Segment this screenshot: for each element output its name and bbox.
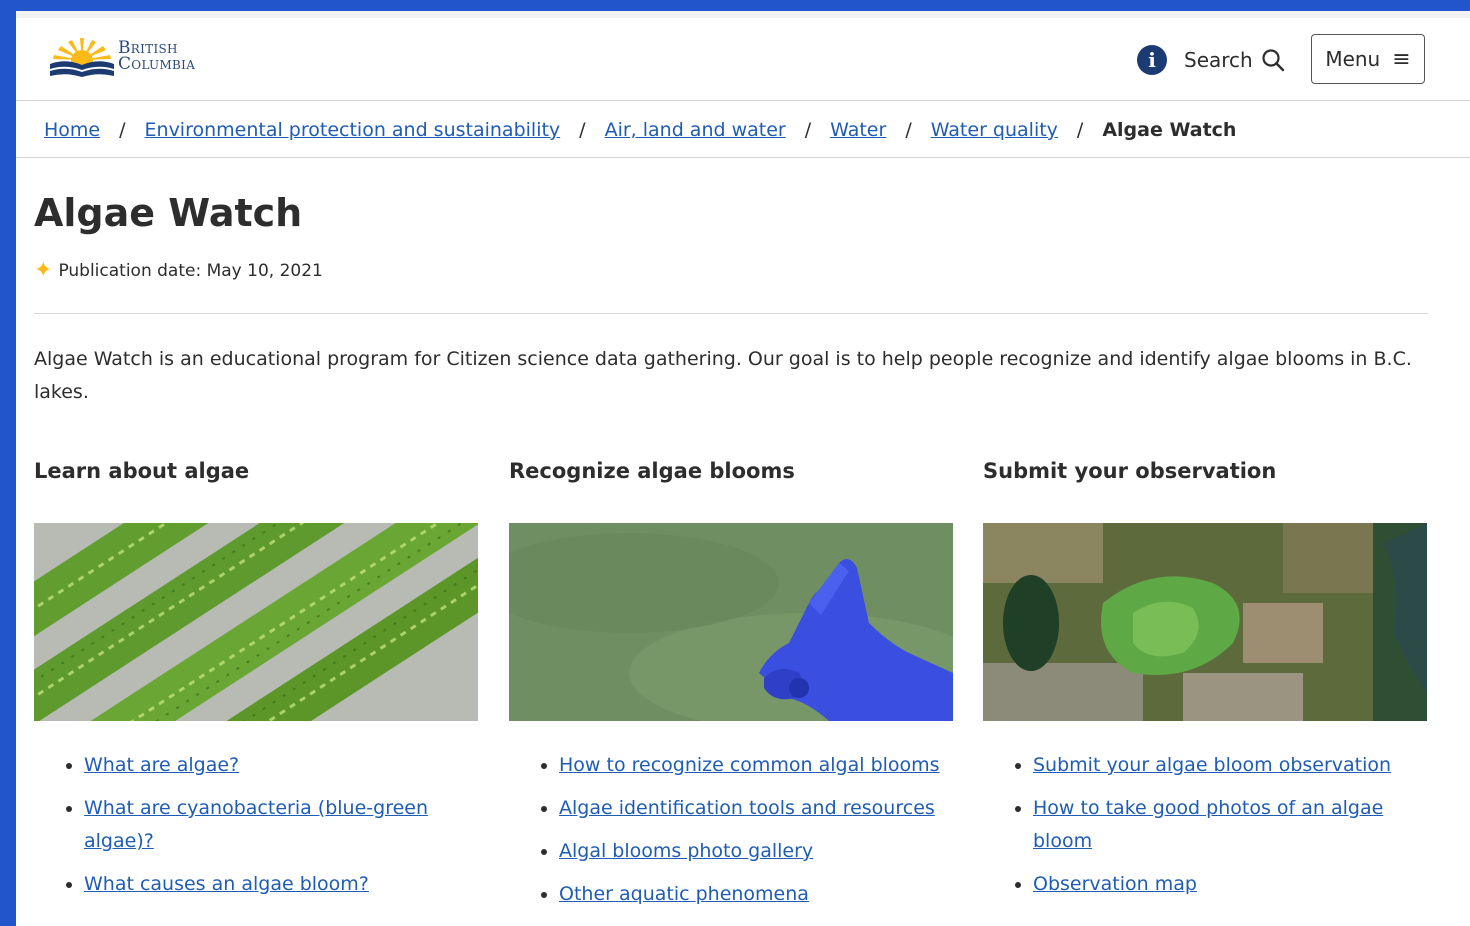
breadcrumb-divider <box>16 157 1470 158</box>
info-icon[interactable]: i <box>1137 45 1167 75</box>
link-what-are-cyanobacteria[interactable]: What are cyanobacteria (blue-green algae… <box>84 797 428 852</box>
list-item: What causes an algae bloom? <box>84 868 478 901</box>
list-item: Algae identification tools and resources <box>559 792 953 825</box>
section-divider <box>34 313 1428 314</box>
column-learn-about-algae: Learn about algae • What are algae? • Wh… <box>34 459 478 911</box>
browser-page: British Columbia i Search Menu ≡ Home / … <box>16 11 1470 926</box>
list-item: Algal blooms photo gallery <box>559 835 953 868</box>
star-icon: ✦ <box>34 258 53 283</box>
link-list: Submit your algae bloom observation How … <box>983 749 1427 901</box>
intro-paragraph: Algae Watch is an educational program fo… <box>34 348 1412 403</box>
breadcrumb-separator: / <box>119 119 126 141</box>
breadcrumb-separator: / <box>804 119 812 141</box>
link-observation-map[interactable]: Observation map <box>1033 873 1197 895</box>
link-list: How to recognize common algal blooms Alg… <box>509 749 953 911</box>
top-strip <box>16 11 1470 18</box>
breadcrumb-current: Algae Watch <box>1102 119 1237 141</box>
hamburger-icon: ≡ <box>1392 46 1411 72</box>
logo-line-2: Columbia <box>118 54 196 74</box>
breadcrumb: Home / Environmental protection and sust… <box>44 115 1236 145</box>
gloved-hand-water-image <box>509 523 953 721</box>
bc-logo-sun-icon <box>49 38 115 77</box>
list-item: Observation map <box>1033 868 1427 901</box>
link-other-aquatic-phenomena[interactable]: Other aquatic phenomena <box>559 883 809 905</box>
column-submit-observation: Submit your observation Submit your alga… <box>983 459 1427 911</box>
breadcrumb-water-quality[interactable]: Water quality <box>931 119 1058 141</box>
link-what-are-algae[interactable]: What are algae? <box>84 754 239 776</box>
breadcrumb-separator: / <box>905 119 912 141</box>
list-item: How to recognize common algal blooms <box>559 749 953 782</box>
breadcrumb-separator: / <box>579 119 586 141</box>
column-heading: Recognize algae blooms <box>509 459 795 483</box>
satellite-lake-image <box>983 523 1427 721</box>
list-item: Submit your algae bloom observation <box>1033 749 1427 782</box>
column-recognize-algae-blooms: Recognize algae blooms How to recognize … <box>509 459 953 921</box>
menu-label: Menu <box>1325 47 1381 71</box>
breadcrumb-water[interactable]: Water <box>830 119 886 141</box>
list-item: Other aquatic phenomena <box>559 878 953 911</box>
column-heading: Learn about algae <box>34 459 250 483</box>
link-recognize-common-blooms[interactable]: How to recognize common algal blooms <box>559 754 940 776</box>
list-item: What are algae? <box>84 749 478 782</box>
breadcrumb-environmental-protection[interactable]: Environmental protection and sustainabil… <box>145 119 561 141</box>
search-label: Search <box>1184 48 1253 72</box>
link-take-good-photos[interactable]: How to take good photos of an algae bloo… <box>1033 797 1383 852</box>
bc-logo[interactable]: British Columbia <box>49 34 220 82</box>
list-item: How to take good photos of an algae bloo… <box>1033 792 1427 858</box>
algae-filament-image <box>34 523 478 721</box>
breadcrumb-air-land-water[interactable]: Air, land and water <box>605 119 786 141</box>
breadcrumb-separator: / <box>1076 119 1084 141</box>
publication-date-text: Publication date: May 10, 2021 <box>58 260 323 281</box>
link-submit-observation[interactable]: Submit your algae bloom observation <box>1033 754 1391 776</box>
breadcrumb-home[interactable]: Home <box>44 119 100 141</box>
list-item: What are cyanobacteria (blue-green algae… <box>84 792 478 858</box>
column-heading: Submit your observation <box>983 459 1277 483</box>
search-icon <box>1262 49 1284 72</box>
link-photo-gallery[interactable]: Algal blooms photo gallery <box>559 840 813 862</box>
link-what-causes-bloom[interactable]: What causes an algae bloom? <box>84 873 369 895</box>
link-identification-tools[interactable]: Algae identification tools and resources <box>559 797 935 819</box>
search-button[interactable]: Search <box>1184 45 1285 75</box>
site-header: British Columbia i Search Menu ≡ <box>16 18 1470 101</box>
page-title: Algae Watch <box>34 191 303 235</box>
link-list: What are algae? What are cyanobacteria (… <box>34 749 478 901</box>
publication-date: ✦ Publication date: May 10, 2021 <box>34 258 323 283</box>
logo-wordmark: British Columbia <box>118 40 196 74</box>
menu-button[interactable]: Menu ≡ <box>1311 34 1425 84</box>
